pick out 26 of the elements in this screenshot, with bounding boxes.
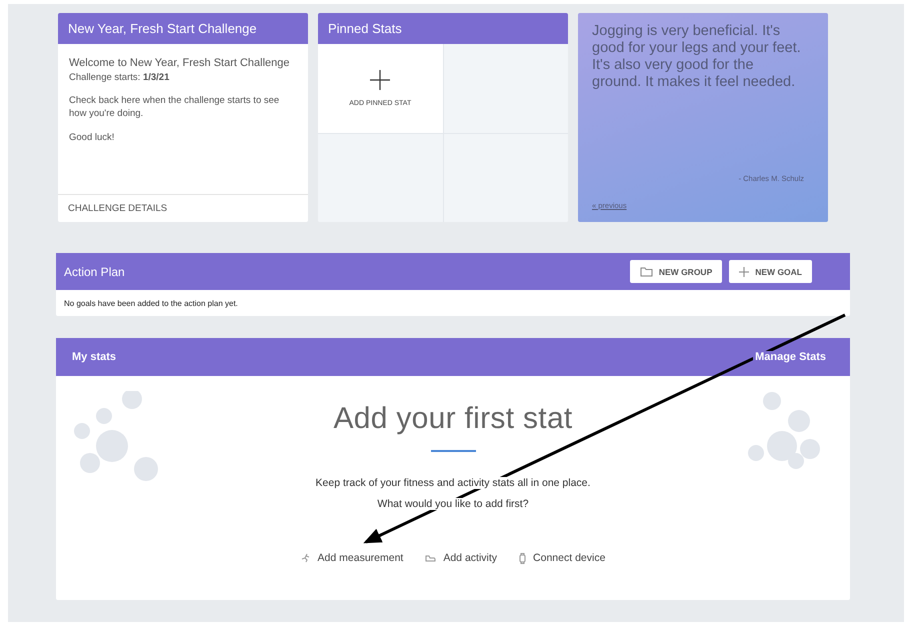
shoe-icon bbox=[425, 554, 436, 562]
new-goal-button[interactable]: NEW GOAL bbox=[729, 260, 812, 283]
check-back-text: Check back here when the challenge starts to see how you're doing. bbox=[69, 94, 280, 121]
empty-message: No goals have been added to the action plan yet. bbox=[63, 298, 239, 310]
challenge-start-date: Challenge starts: 1/3/21 bbox=[69, 70, 170, 84]
welcome-text: Welcome to New Year, Fresh Start Challenge bbox=[69, 56, 291, 71]
stats-heading: Add your first stat bbox=[333, 402, 573, 436]
quote-text: Jogging is very beneficial. It's good for your legs and your feet. It's also very good for the ground. It makes it feel needed. bbox=[592, 23, 802, 92]
manage-stats-link[interactable]: Manage Stats bbox=[753, 351, 828, 363]
watch-icon bbox=[519, 552, 526, 564]
add-measurement-link[interactable]: Add measurement bbox=[300, 552, 404, 564]
connect-device-link[interactable]: Connect device bbox=[519, 552, 606, 564]
stats-question: What would you like to add first? bbox=[377, 498, 529, 510]
stats-description: Keep track of your fitness and activity stats all in one place. bbox=[316, 477, 590, 489]
add-activity-link[interactable]: Add activity bbox=[425, 552, 498, 564]
good-luck-text: Good luck! bbox=[69, 130, 116, 144]
section-title: My stats bbox=[72, 351, 116, 363]
challenge-details-link[interactable]: CHALLENGE DETAILS bbox=[58, 194, 308, 222]
card-title: New Year, Fresh Start Challenge bbox=[58, 13, 308, 44]
plus-icon bbox=[739, 266, 750, 276]
section-title: Action Plan bbox=[64, 264, 125, 278]
card-title: Pinned Stats bbox=[318, 13, 568, 44]
folder-icon bbox=[640, 266, 653, 276]
runner-icon bbox=[300, 553, 311, 563]
new-group-button[interactable]: NEW GROUP bbox=[630, 260, 722, 283]
plus-icon bbox=[370, 70, 390, 90]
